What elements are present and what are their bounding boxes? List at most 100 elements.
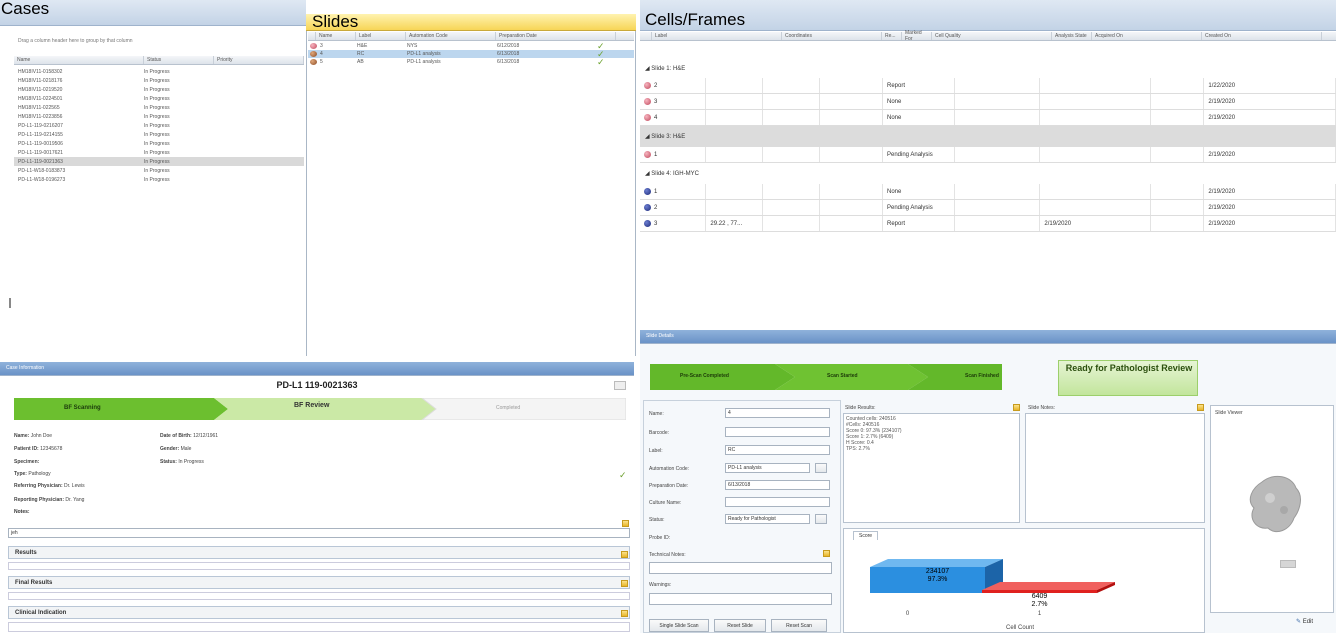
- cell-row[interactable]: 1 None 2/19/2020: [640, 184, 1336, 200]
- slide-results-edit-icon[interactable]: [1013, 404, 1020, 413]
- case-row[interactable]: PD-L1-119-0214155 In Progress: [14, 130, 304, 139]
- slides-col-code[interactable]: Automation Code: [406, 32, 496, 40]
- case-row[interactable]: HM18IV11-0223856 In Progress: [14, 112, 304, 121]
- slide-name-field[interactable]: 4: [725, 408, 830, 418]
- automation-picker-button[interactable]: [815, 463, 827, 473]
- slides-col-label[interactable]: Label: [356, 32, 406, 40]
- case-row[interactable]: PD-L1-119-0019506 In Progress: [14, 139, 304, 148]
- case-name: PD-L1-119-0021363: [18, 158, 63, 165]
- slide-label: RC: [357, 51, 365, 57]
- case-row[interactable]: HM18IV11-0224501 In Progress: [14, 94, 304, 103]
- slide-culture-field[interactable]: [725, 497, 830, 507]
- slides-col-name[interactable]: Name: [316, 32, 356, 40]
- case-name: PD-L1-W18-0196273: [18, 176, 66, 183]
- case-row[interactable]: PD-L1-119-0017621 In Progress: [14, 148, 304, 157]
- edit-button[interactable]: ✎ Edit: [1296, 618, 1313, 625]
- slide-notes-label: Slide Notes:: [1028, 405, 1055, 411]
- slide-notes-edit-icon[interactable]: [1197, 404, 1204, 413]
- slides-col-date[interactable]: Preparation Date: [496, 32, 616, 40]
- slide-results-box[interactable]: Counted cells: 240516 #Cells: 240516 Score…: [843, 413, 1020, 523]
- cells-col-acquired[interactable]: Acquired On: [1092, 32, 1202, 40]
- slide-notes-box[interactable]: [1025, 413, 1205, 523]
- results-section[interactable]: Results: [8, 546, 630, 559]
- clinical-indication-field[interactable]: [8, 622, 630, 632]
- cell-row[interactable]: 1 Pending Analysis 2/19/2020: [640, 147, 1336, 163]
- cell-marked-for: Report: [883, 216, 956, 231]
- cell-analysis-state: [1040, 184, 1152, 199]
- case-row[interactable]: PD-L1-119-0216207 In Progress: [14, 121, 304, 130]
- case-header-icon[interactable]: [614, 381, 626, 390]
- notes-field[interactable]: jeh: [8, 528, 630, 538]
- case-row[interactable]: PD-L1-W18-0196273 In Progress: [14, 175, 304, 184]
- cell-empty: [820, 200, 883, 215]
- case-name: HM18IV11-0224501: [18, 95, 63, 102]
- clinical-edit-icon[interactable]: [621, 610, 628, 619]
- tissue-thumbnail[interactable]: [1240, 470, 1310, 540]
- cells-col-re[interactable]: Re...: [882, 32, 902, 40]
- final-results-edit-icon[interactable]: [621, 580, 628, 589]
- slide-status-field[interactable]: Ready for Pathologist: [725, 514, 810, 524]
- cell-created-on: 1/22/2020: [1204, 78, 1336, 93]
- slide-group-header[interactable]: ◢ Slide 3: H&E: [640, 126, 1336, 147]
- case-row[interactable]: PD-L1-119-0021363 In Progress: [14, 157, 304, 166]
- case-row[interactable]: HM18IV11-0158302 In Progress: [14, 67, 304, 76]
- case-status: In Progress: [144, 104, 170, 111]
- cells-column-header: Label Coordinates Re... Marked For Cell …: [640, 30, 1336, 42]
- reset-scan-button[interactable]: Reset Scan: [771, 619, 827, 632]
- case-name: PD-L1-W18-0183873: [18, 167, 66, 174]
- cell-thumb-icon: [644, 188, 651, 195]
- case-row[interactable]: HM18IV11-0219520 In Progress: [14, 85, 304, 94]
- cells-col-created[interactable]: Created On: [1202, 32, 1322, 40]
- cell-thumb-icon: [644, 204, 651, 211]
- cell-marked-for: None: [883, 184, 956, 199]
- final-results-field[interactable]: [8, 592, 630, 600]
- cell-analysis-state: [1040, 147, 1152, 162]
- technical-notes-field[interactable]: [649, 562, 832, 574]
- cell-analysis-state: [1040, 110, 1152, 125]
- slide-group-header[interactable]: ◢ Slide 4: IGH-MYC: [640, 163, 1336, 184]
- warnings-field[interactable]: [649, 593, 832, 605]
- cases-col-status[interactable]: Status: [144, 56, 214, 64]
- case-row[interactable]: HM18IV11-0218176 In Progress: [14, 76, 304, 85]
- cells-col-coordinates[interactable]: Coordinates: [782, 32, 882, 40]
- clinical-indication-section[interactable]: Clinical Indication: [8, 606, 630, 619]
- cell-row[interactable]: 2 Pending Analysis 2/19/2020: [640, 200, 1336, 216]
- cases-col-name[interactable]: Name: [14, 56, 144, 64]
- case-row[interactable]: PD-L1-W18-0183873 In Progress: [14, 166, 304, 175]
- final-results-section[interactable]: Final Results: [8, 576, 630, 589]
- cases-group-hint: Drag a column header here to group by th…: [18, 38, 133, 44]
- slide-row[interactable]: 5 AB PD-L1 analysis 6/13/2018 ✓: [308, 57, 634, 67]
- cell-empty: [820, 184, 883, 199]
- cells-col-analysis[interactable]: Analysis State: [1052, 32, 1092, 40]
- cell-label-cell: 2: [640, 78, 707, 93]
- cell-row[interactable]: 3 None 2/19/2020: [640, 94, 1336, 110]
- cell-marked-for: None: [883, 110, 956, 125]
- slide-row[interactable]: 4 RC PD-L1 analysis 6/13/2018 ✓: [308, 49, 634, 59]
- cell-row[interactable]: 3 29.22 , 77... Report 2/19/2020 2/19/2020: [640, 216, 1336, 232]
- cells-col-quality[interactable]: Cell Quality: [932, 32, 1052, 40]
- results-edit-icon[interactable]: [621, 551, 628, 560]
- cell-empty: [955, 184, 1041, 199]
- slide-group-header[interactable]: ◢ Slide 1: H&E: [640, 52, 1336, 78]
- score-tab[interactable]: Score: [853, 531, 879, 540]
- cell-row[interactable]: 2 Report 1/22/2020: [640, 78, 1336, 94]
- slides-list: 3 H&E NYS 6/12/2018 ✓ 4 RC PD-L1 analysis 6/13/2…: [308, 41, 634, 67]
- cells-col-label[interactable]: Label: [652, 32, 782, 40]
- slide-label-field[interactable]: RC: [725, 445, 830, 455]
- slide-barcode-field[interactable]: [725, 427, 830, 437]
- cell-label: 3: [654, 98, 658, 105]
- technical-notes-edit-icon[interactable]: [823, 550, 830, 559]
- slide-date: 6/13/2018: [497, 59, 520, 65]
- status-picker-button[interactable]: [815, 514, 827, 524]
- reporting-value: Dr. Yang: [65, 497, 85, 503]
- slide-automation-field[interactable]: PD-L1 analysis: [725, 463, 810, 473]
- cases-col-priority[interactable]: Priority: [214, 56, 304, 64]
- results-field[interactable]: [8, 562, 630, 570]
- case-row[interactable]: HM18IV11-022565 In Progress: [14, 103, 304, 112]
- slide-row[interactable]: 3 H&E NYS 6/12/2018 ✓: [308, 41, 634, 51]
- reset-slide-button[interactable]: Reset Slide: [714, 619, 766, 632]
- cell-row[interactable]: 4 None 2/19/2020: [640, 110, 1336, 126]
- single-slide-scan-button[interactable]: Single Slide Scan: [649, 619, 709, 632]
- slide-prep-field[interactable]: 6/13/2018: [725, 480, 830, 490]
- cells-col-marked[interactable]: Marked For: [902, 30, 932, 42]
